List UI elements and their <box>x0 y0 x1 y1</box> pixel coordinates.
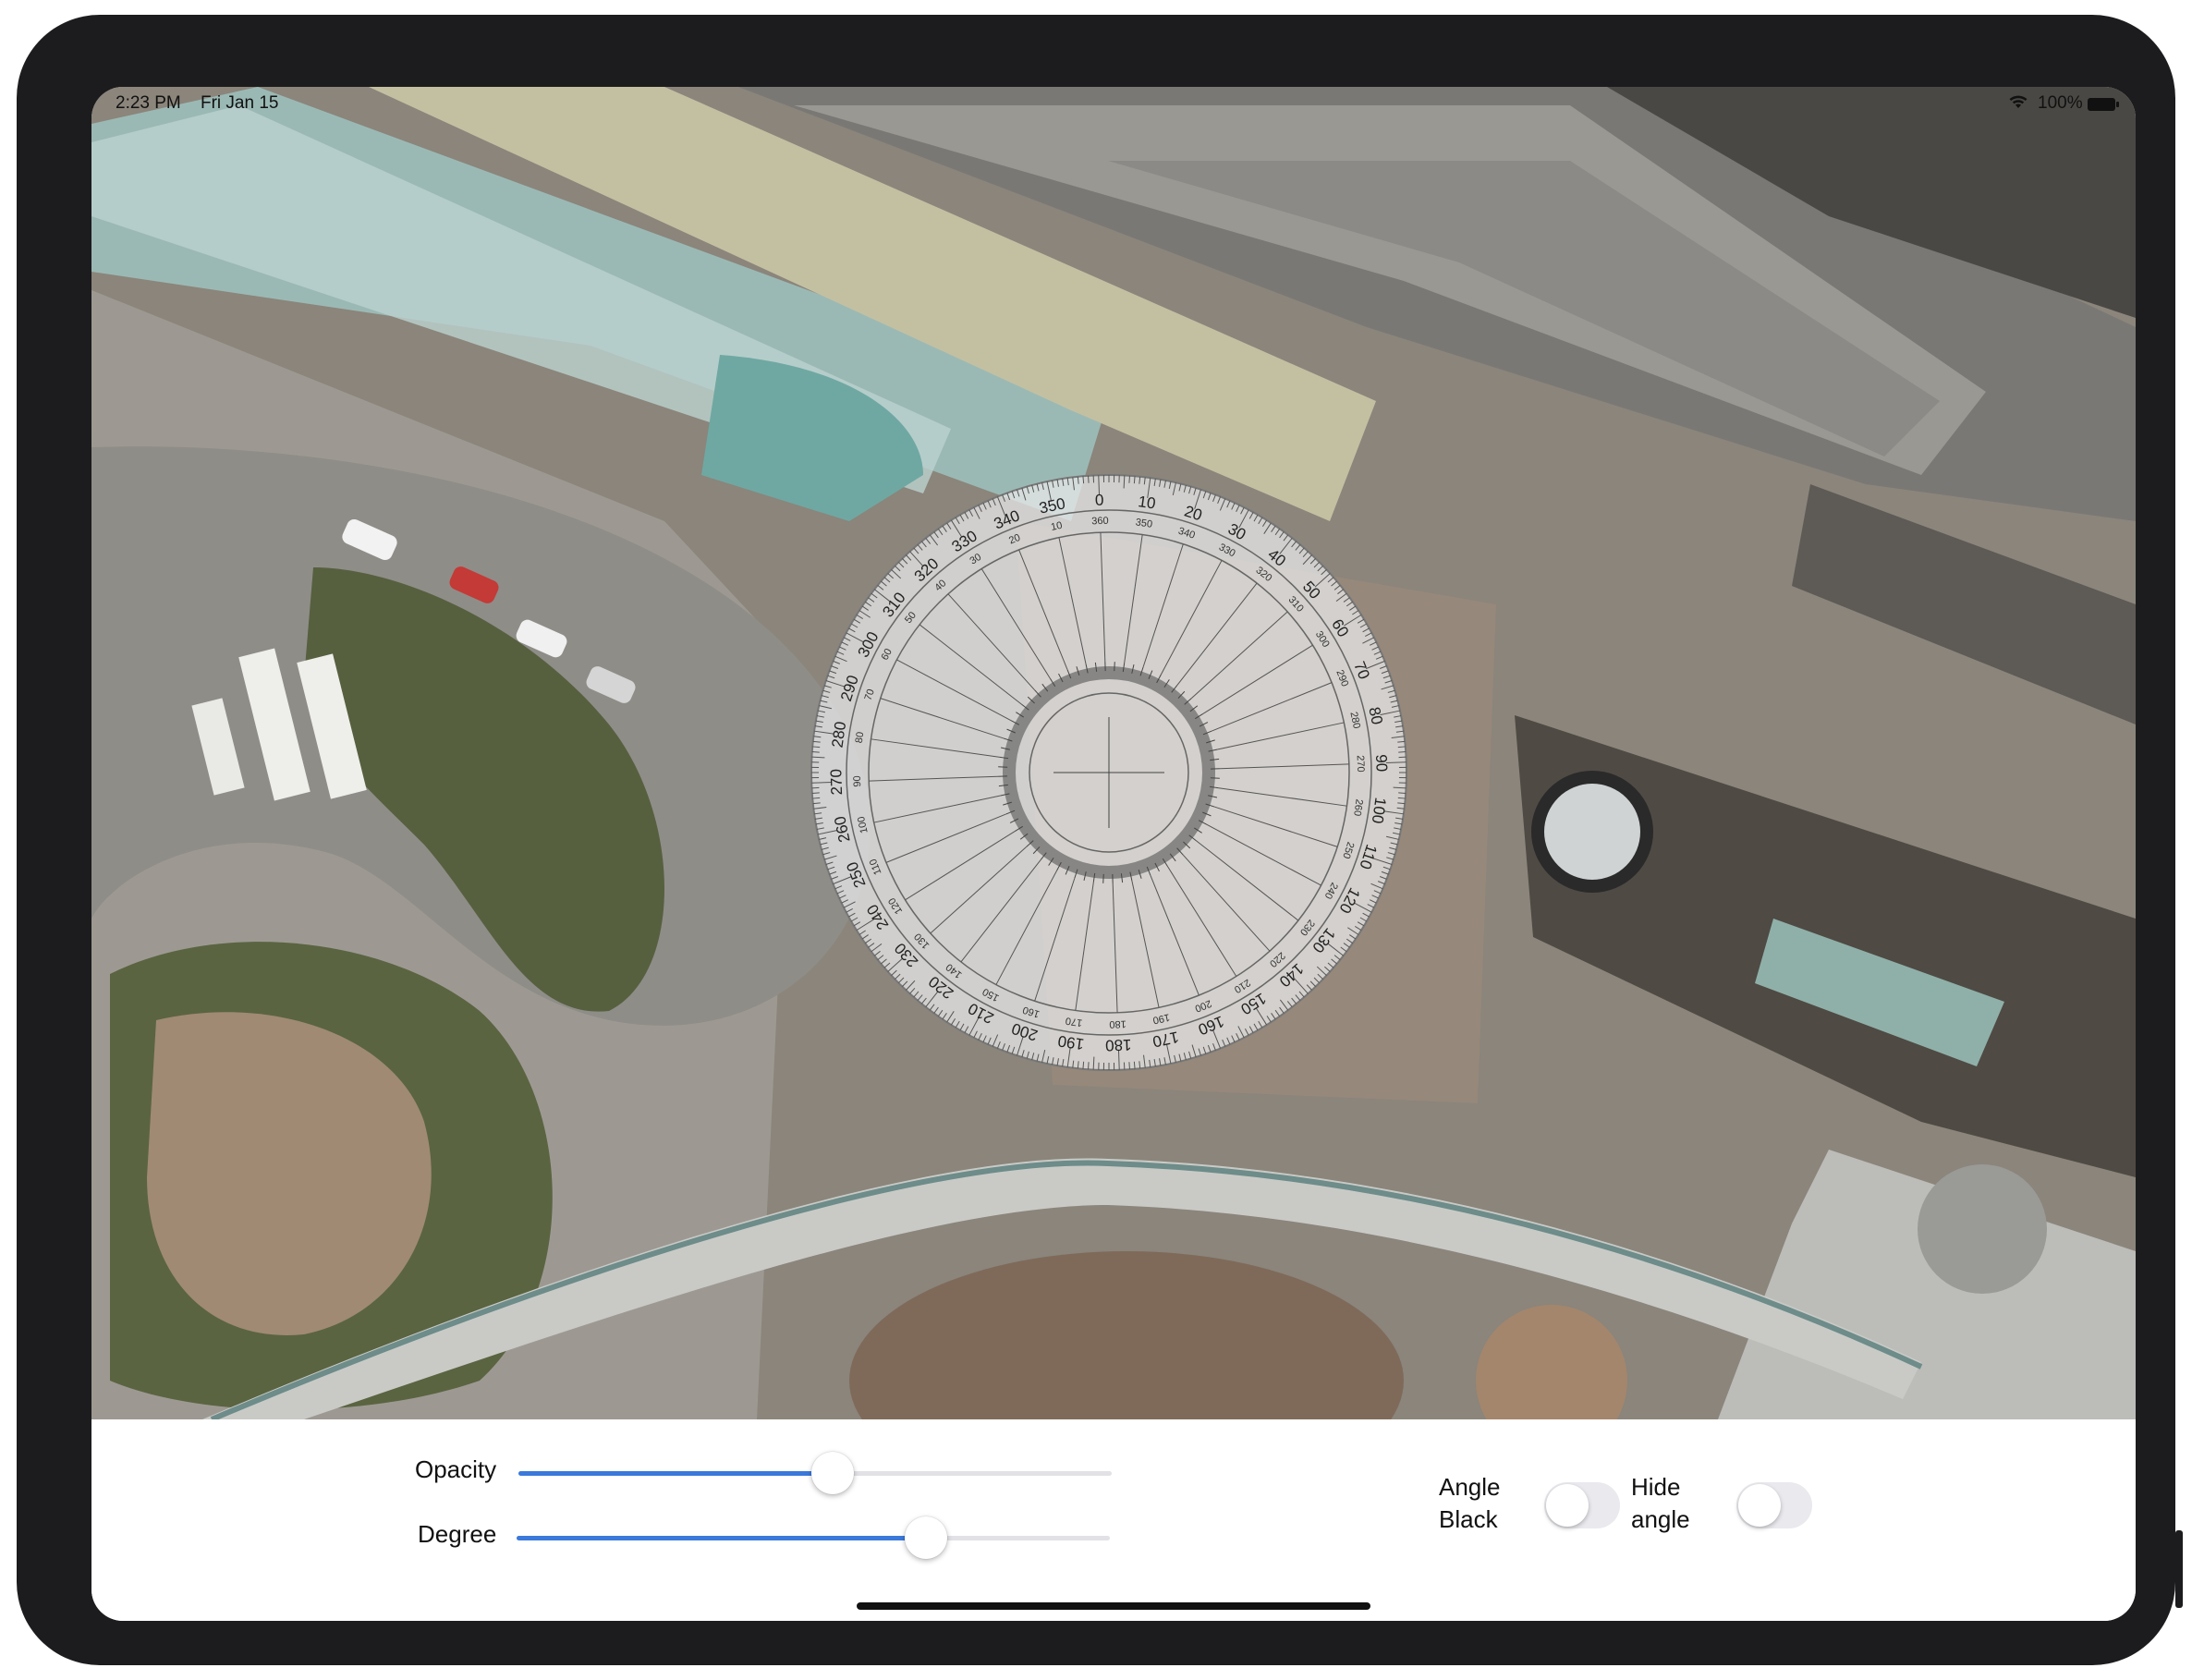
protractor-tick <box>1128 1062 1130 1070</box>
opacity-slider-fill <box>518 1471 834 1476</box>
protractor-inner-label: 350 <box>1135 517 1153 530</box>
protractor-inner-label: 170 <box>1065 1015 1083 1028</box>
battery-percent: 100% <box>2038 93 2083 113</box>
protractor-tick <box>1088 1062 1090 1070</box>
protractor-outer-label: 270 <box>827 769 846 796</box>
protractor-tick <box>1133 476 1136 484</box>
hide-angle-label-line2: angle <box>1631 1505 1690 1533</box>
status-bar: 2:23 PM Fri Jan 15 100% <box>91 87 2136 124</box>
degree-slider-fill <box>517 1536 926 1540</box>
hide-angle-toggle-knob <box>1738 1484 1781 1527</box>
angle-black-label-line2: Black <box>1439 1505 1498 1533</box>
protractor-inner-label: 360 <box>1091 516 1109 528</box>
hide-angle-toggle[interactable] <box>1736 1482 1812 1528</box>
side-button <box>2175 1530 2183 1608</box>
protractor-tick <box>1397 797 1406 799</box>
degree-slider-thumb[interactable] <box>904 1516 947 1559</box>
protractor-inner-label: 10 <box>1050 520 1063 533</box>
protractor-tick <box>812 746 821 749</box>
status-time: 2:23 PM <box>116 93 181 113</box>
protractor-inner-label: 180 <box>1109 1018 1126 1030</box>
protractor-inner-label: 90 <box>852 775 863 787</box>
protractor-tick <box>1082 476 1085 484</box>
protractor-outer-label: 180 <box>1105 1036 1132 1054</box>
opacity-slider-thumb[interactable] <box>811 1452 855 1494</box>
degree-slider[interactable] <box>517 1516 1110 1559</box>
protractor-tick <box>1133 1061 1136 1069</box>
satellite-map[interactable]: 0 10 20 30 40 50 60 70 80 90 100 110 120 130 140 150 160… <box>91 87 2136 1419</box>
protractor-outer-label: 280 <box>828 721 849 749</box>
protractor-outer-label: 90 <box>1372 754 1391 773</box>
degree-label: Degree <box>418 1520 497 1548</box>
protractor-tick <box>1397 746 1406 749</box>
angle-black-toggle-knob <box>1546 1484 1589 1527</box>
protractor-tick <box>812 797 821 799</box>
opacity-label: Opacity <box>415 1455 497 1483</box>
ipad-frame: 0 10 20 30 40 50 60 70 80 90 100 110 120 130 140 150 160… <box>17 15 2183 1665</box>
opacity-slider[interactable] <box>518 1452 1112 1494</box>
protractor-outer-label: 80 <box>1365 705 1386 725</box>
protractor-tick <box>811 751 820 753</box>
protractor-outer-label: 100 <box>1369 797 1390 825</box>
aerial-imagery: 0 10 2030405060708090100110120130140150160… <box>91 87 2136 1419</box>
protractor-inner-label: 270 <box>1355 755 1367 773</box>
status-date: Fri Jan 15 <box>201 93 279 113</box>
protractor-outer-label: 190 <box>1057 1032 1086 1053</box>
protractor-overlay[interactable]: 0 10 2030405060708090100110120130140150160… <box>810 474 1407 1071</box>
protractor-inner-label: 80 <box>854 731 867 744</box>
protractor-inner-tick <box>1114 662 1115 672</box>
protractor-tick <box>1082 1061 1085 1069</box>
screen: 0 10 20 30 40 50 60 70 80 90 100 110 120 130 140 150 160… <box>91 87 2136 1621</box>
controls-panel: Opacity Degree Angle Black Hide angle <box>91 1419 2136 1621</box>
home-indicator <box>857 1602 1370 1610</box>
protractor-tick <box>1398 751 1407 753</box>
protractor-inner-tick <box>998 766 1008 768</box>
hide-angle-label-line1: Hide <box>1631 1473 1681 1501</box>
protractor-tick <box>811 792 820 794</box>
protractor-inner-label: 260 <box>1351 798 1364 817</box>
protractor-outer-label: 10 <box>1137 493 1156 512</box>
protractor-inner-tick <box>1102 873 1104 883</box>
protractor-outer-label: 0 <box>1095 492 1104 509</box>
angle-black-label-line1: Angle <box>1439 1473 1501 1501</box>
protractor-tick <box>1088 475 1090 483</box>
angle-black-toggle[interactable] <box>1544 1482 1620 1528</box>
protractor-tick <box>1128 475 1130 483</box>
protractor-tick <box>1398 792 1407 794</box>
protractor-inner-tick <box>1210 777 1220 779</box>
